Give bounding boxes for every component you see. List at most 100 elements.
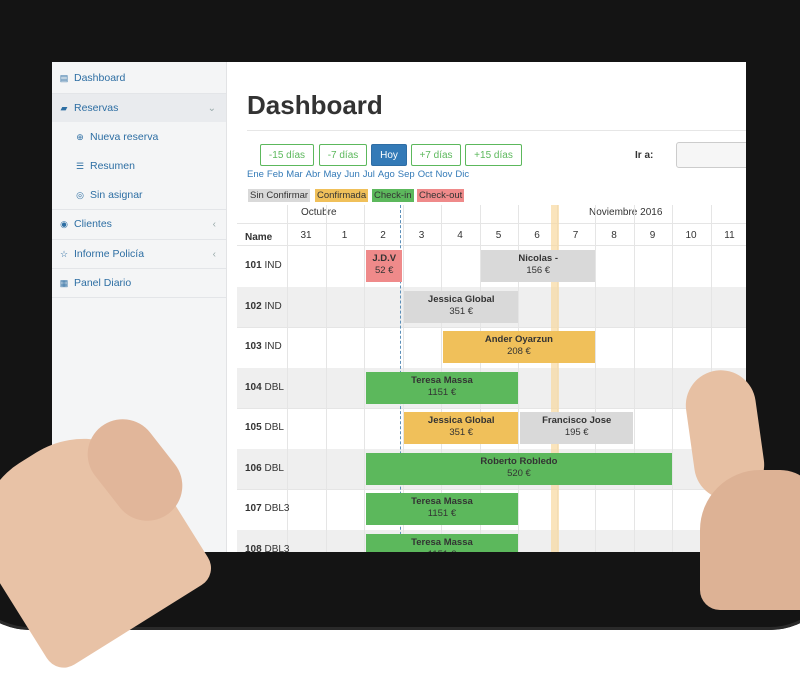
main-content: Dashboard -15 días -7 días Hoy +7 días +… bbox=[227, 62, 746, 552]
booking-price: 351 € bbox=[449, 305, 474, 317]
grid-line bbox=[325, 205, 327, 552]
month-link[interactable]: Oct bbox=[418, 169, 433, 180]
room-number: 105 bbox=[245, 422, 262, 433]
room-label: 107 DBL3 bbox=[245, 503, 289, 514]
booking-guest: Teresa Massa bbox=[411, 496, 473, 507]
month-link[interactable]: Feb bbox=[267, 169, 283, 180]
sidebar-item-label: Resumen bbox=[90, 160, 135, 172]
sidebar-item-nueva-reserva[interactable]: ⊕ Nueva reserva bbox=[52, 123, 226, 151]
booking-price: 52 € bbox=[374, 265, 394, 276]
month-link[interactable]: Jul bbox=[363, 169, 375, 180]
day-header: 11 bbox=[724, 230, 735, 241]
divider bbox=[247, 130, 746, 131]
booking-price: 1151 € bbox=[366, 549, 518, 553]
booking-bar[interactable]: J.D.V 52 € bbox=[365, 250, 403, 282]
booking-price: 156 € bbox=[526, 265, 551, 276]
grid-line bbox=[287, 205, 288, 552]
sidebar-item-informe-policia[interactable]: ☆ Informe Policía ‹ bbox=[52, 240, 226, 268]
sidebar-item-label: Dashboard bbox=[74, 72, 126, 84]
plus-15-days-button[interactable]: +15 días bbox=[465, 144, 522, 166]
legend-check-out: Check-out bbox=[417, 189, 465, 202]
sidebar-item-label: Clientes bbox=[74, 218, 112, 230]
booking-bar[interactable]: Jessica Global 351 € bbox=[404, 290, 518, 323]
booking-guest: J.D.V bbox=[372, 253, 397, 264]
sidebar-item-reservas[interactable]: ▰ Reservas ⌄ bbox=[52, 94, 226, 122]
grid-line bbox=[237, 327, 746, 328]
day-header: 10 bbox=[685, 230, 697, 241]
month-links: Ene Feb Mar Abr May Jun Jul Ago Sep Oct Nov Dic bbox=[247, 169, 472, 180]
minus-7-days-button[interactable]: -7 días bbox=[319, 144, 367, 166]
sidebar-item-sin-asignar[interactable]: ◎ Sin asignar bbox=[52, 181, 226, 209]
goto-date-input[interactable] bbox=[676, 142, 746, 168]
booking-price: 208 € bbox=[507, 346, 531, 357]
goto-label: Ir a: bbox=[635, 150, 654, 161]
room-type: DBL bbox=[264, 422, 284, 433]
page-title: Dashboard bbox=[247, 90, 383, 120]
legend-confirmada: Confirmada bbox=[315, 189, 369, 202]
help-circle-icon: ◎ bbox=[76, 189, 84, 200]
booking-price: 520 € bbox=[507, 467, 531, 479]
day-header: 2 bbox=[380, 230, 386, 241]
booking-bar[interactable]: Francisco Jose 195 € bbox=[519, 412, 634, 444]
sidebar-item-clientes[interactable]: ◉ Clientes ‹ bbox=[52, 210, 226, 238]
day-header: 9 bbox=[649, 230, 656, 241]
room-type: IND bbox=[264, 300, 282, 312]
booking-bar[interactable]: Jessica Global 351 € bbox=[404, 412, 518, 444]
sidebar-item-label: Informe Policía bbox=[74, 248, 145, 260]
day-header: 7 bbox=[572, 230, 579, 241]
room-type: DBL3 bbox=[264, 543, 290, 553]
month-link[interactable]: Mar bbox=[286, 169, 302, 180]
day-header: 4 bbox=[457, 230, 463, 241]
grid-line bbox=[237, 223, 746, 224]
today-button[interactable]: Hoy bbox=[371, 144, 407, 166]
month-link[interactable]: May bbox=[323, 169, 341, 180]
room-number: 102 bbox=[245, 300, 262, 312]
booking-guest: Roberto Robledo bbox=[480, 455, 558, 467]
booking-bar[interactable]: Nicolas -156 € bbox=[481, 250, 595, 282]
booking-guest: Jessica Global bbox=[427, 293, 495, 305]
month-link[interactable]: Nov bbox=[435, 169, 452, 180]
dashboard-icon: ▤ bbox=[59, 72, 69, 83]
month-header-noviembre: Noviembre 2016 bbox=[589, 207, 663, 218]
grid-line bbox=[237, 245, 746, 246]
booking-bar[interactable]: Teresa Massa1151 € bbox=[365, 493, 518, 525]
day-header: 8 bbox=[611, 230, 617, 241]
booking-bar[interactable]: Ander Oyarzun 208 € bbox=[442, 331, 595, 363]
booking-bar[interactable]: Teresa Massa1151 € bbox=[365, 371, 518, 404]
plus-7-days-button[interactable]: +7 días bbox=[411, 144, 461, 166]
month-link[interactable]: Abr bbox=[306, 169, 321, 180]
room-number: 101 bbox=[245, 260, 262, 271]
day-header: 3 bbox=[418, 230, 425, 241]
grid-line bbox=[237, 489, 746, 490]
sidebar-item-resumen[interactable]: ☰ Resumen bbox=[52, 152, 226, 180]
month-link[interactable]: Ene bbox=[247, 169, 264, 180]
booking-price: 351 € bbox=[449, 427, 474, 438]
sidebar-item-dashboard[interactable]: ▤ Dashboard bbox=[52, 64, 226, 92]
grid-line bbox=[237, 408, 746, 409]
plus-circle-icon: ⊕ bbox=[76, 131, 84, 142]
booking-bar[interactable]: Roberto Robledo 520 € bbox=[365, 452, 672, 485]
room-number: 104 bbox=[245, 381, 262, 393]
sidebar-item-panel-diario[interactable]: ▦ Panel Diario bbox=[52, 269, 226, 297]
room-label: 105 DBL bbox=[245, 422, 284, 433]
day-header: 1 bbox=[341, 230, 348, 241]
divider bbox=[52, 297, 226, 298]
minus-15-days-button[interactable]: -15 días bbox=[260, 144, 314, 166]
month-link[interactable]: Sep bbox=[398, 169, 415, 180]
book-icon: ▰ bbox=[60, 102, 68, 113]
grid-line bbox=[633, 205, 635, 552]
grid-line bbox=[595, 205, 596, 552]
month-link[interactable]: Jun bbox=[344, 169, 359, 180]
chevron-left-icon: ‹ bbox=[212, 218, 216, 230]
grid-line bbox=[672, 205, 673, 552]
room-label: 104 DBL bbox=[245, 382, 284, 393]
booking-price: 1151 € bbox=[427, 508, 457, 519]
room-label: 101 IND bbox=[245, 260, 282, 271]
sidebar-item-label: Reservas bbox=[74, 102, 119, 114]
month-link[interactable]: Dic bbox=[455, 169, 469, 180]
month-header-octubre: Octubre bbox=[301, 207, 337, 218]
room-number: 103 bbox=[245, 341, 262, 352]
booking-bar[interactable]: Teresa Massa1151 € bbox=[365, 533, 518, 553]
month-link[interactable]: Ago bbox=[378, 169, 395, 180]
chevron-left-icon: ‹ bbox=[212, 248, 216, 260]
